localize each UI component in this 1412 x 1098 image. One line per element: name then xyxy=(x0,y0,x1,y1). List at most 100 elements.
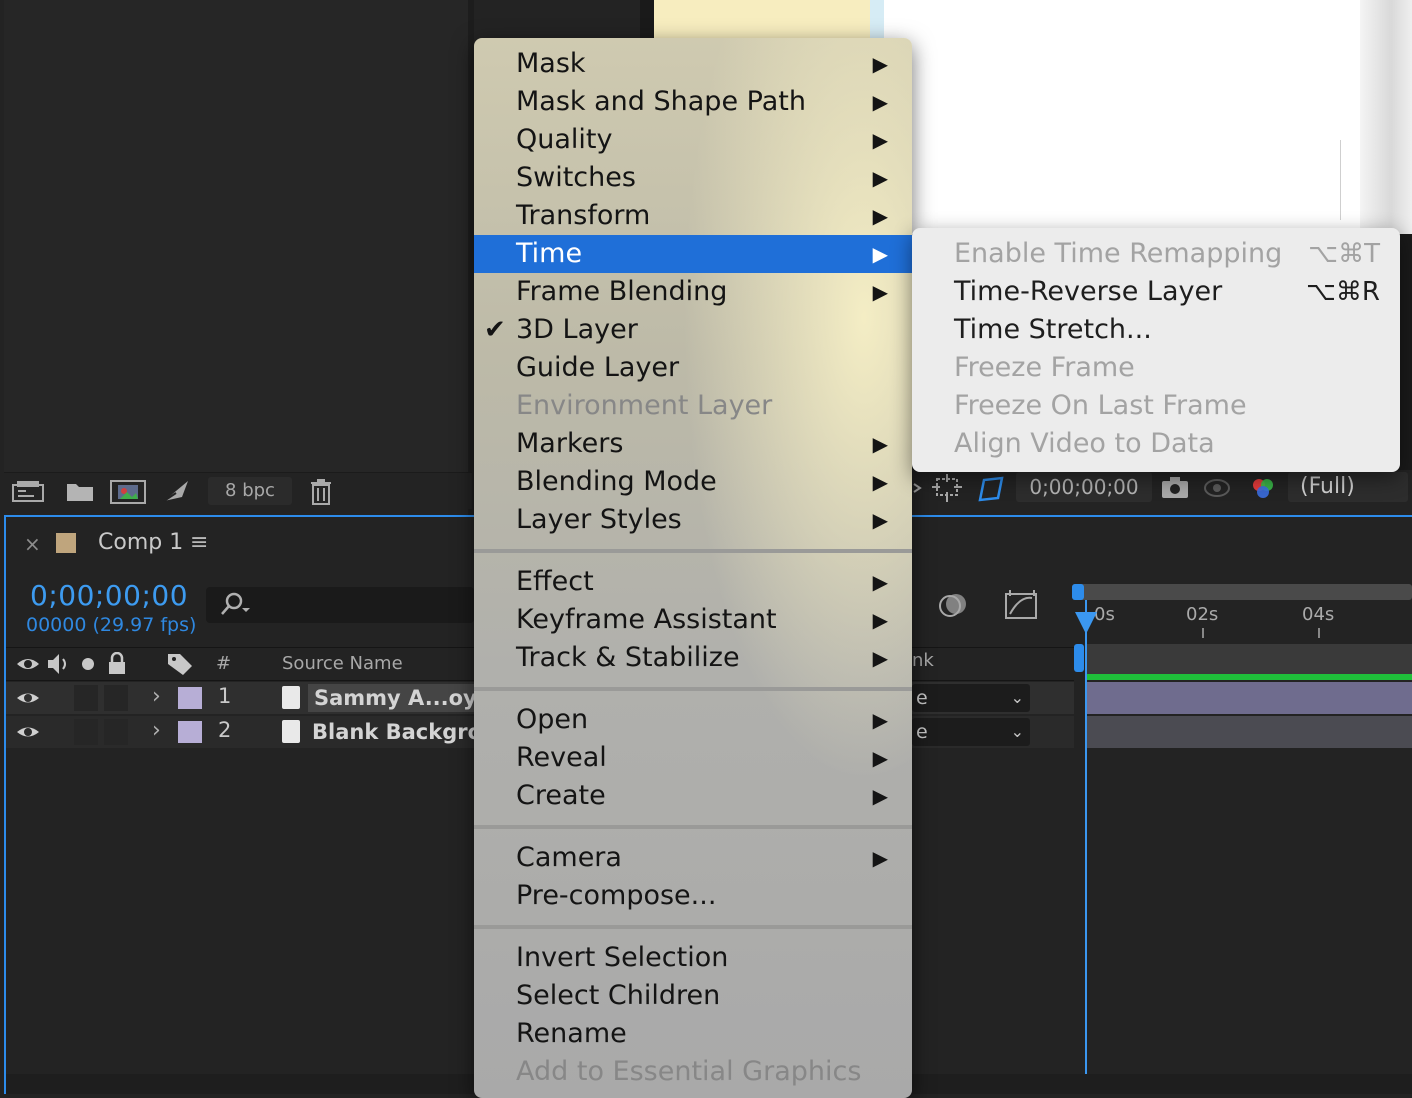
submenu-item-label: Time Stretch... xyxy=(954,314,1152,345)
region-of-interest-icon[interactable] xyxy=(932,474,962,502)
menu-item-guide-layer[interactable]: Guide Layer xyxy=(474,349,912,387)
chevron-down-icon: ⌄ xyxy=(1010,722,1024,741)
transparency-grid-icon[interactable] xyxy=(976,474,1006,502)
current-time-display[interactable]: 0;00;00;00 xyxy=(30,579,188,612)
menu-item-blending-mode[interactable]: Blending Mode ▶ xyxy=(474,463,912,501)
chevron-icon[interactable] xyxy=(912,474,922,502)
submenu-item-time-reverse-layer[interactable]: Time-Reverse Layer ⌥⌘R xyxy=(912,273,1400,311)
solo-toggle[interactable] xyxy=(104,719,128,745)
menu-item-transform[interactable]: Transform ▶ xyxy=(474,197,912,235)
menu-item-frame-blending[interactable]: Frame Blending ▶ xyxy=(474,273,912,311)
layer-name[interactable]: Sammy A...oyer xyxy=(308,684,484,712)
lock-icon[interactable] xyxy=(106,651,128,683)
project-panel-footer: 8 bpc xyxy=(4,472,472,509)
graph-editor-icon[interactable] xyxy=(1004,588,1040,626)
layer-duration-bar[interactable] xyxy=(1086,682,1412,714)
menu-item-layer-styles[interactable]: Layer Styles ▶ xyxy=(474,501,912,539)
viewer-timecode[interactable]: 0;00;00;00 xyxy=(1016,472,1152,502)
menu-item-reveal[interactable]: Reveal ▶ xyxy=(474,739,912,777)
project-settings-icon[interactable] xyxy=(162,479,192,503)
new-folder-icon[interactable] xyxy=(66,479,94,503)
show-snapshot-icon[interactable] xyxy=(1202,474,1232,502)
new-composition-icon[interactable] xyxy=(110,479,146,504)
search-icon[interactable] xyxy=(218,590,254,624)
layer-name[interactable]: Blank Backgrou xyxy=(312,718,497,746)
menu-item-time[interactable]: Time ▶ xyxy=(474,235,912,273)
audio-toggle[interactable] xyxy=(74,719,98,745)
menu-item-create[interactable]: Create ▶ xyxy=(474,777,912,815)
png-file-icon xyxy=(282,686,300,709)
menu-item-3d-layer[interactable]: 3D Layer ✔ xyxy=(474,311,912,349)
interpret-footage-icon[interactable] xyxy=(12,479,46,503)
expand-chevron-icon[interactable]: › xyxy=(152,718,161,743)
expand-chevron-icon[interactable]: › xyxy=(152,684,161,709)
time-submenu: Enable Time Remapping ⌥⌘T Time-Reverse Lay… xyxy=(912,228,1400,472)
close-tab-icon[interactable]: × xyxy=(24,532,41,556)
work-area-start-handle[interactable] xyxy=(1072,584,1084,600)
viewer-content-page xyxy=(884,0,1412,234)
menu-item-invert-selection[interactable]: Invert Selection xyxy=(474,939,912,977)
keyboard-shortcut: ⌥⌘T xyxy=(1308,239,1380,269)
resolution-dropdown[interactable]: (Full) xyxy=(1288,472,1408,502)
motion-blur-icon[interactable] xyxy=(936,588,970,626)
submenu-arrow-icon: ▶ xyxy=(872,470,888,494)
work-area-bar[interactable] xyxy=(1072,584,1412,600)
eye-icon[interactable] xyxy=(16,720,40,749)
menu-item-select-children[interactable]: Select Children xyxy=(474,977,912,1015)
color-depth-button[interactable]: 8 bpc xyxy=(208,477,292,505)
menu-item-label: Environment Layer xyxy=(516,390,773,421)
submenu-arrow-icon: ▶ xyxy=(872,204,888,228)
menu-item-label: Pre-compose... xyxy=(516,880,717,911)
menu-item-label: Mask xyxy=(516,48,586,79)
menu-item-switches[interactable]: Switches ▶ xyxy=(474,159,912,197)
track-matte-value: e xyxy=(916,687,928,709)
frame-rate-info: 00000 (29.97 fps) xyxy=(26,614,197,636)
layer-number: 2 xyxy=(218,718,232,742)
layer-label-swatch[interactable] xyxy=(178,687,202,709)
menu-item-label: Add to Essential Graphics xyxy=(516,1056,862,1087)
solo-icon[interactable] xyxy=(78,652,98,683)
menu-item-add-to-essential-graphics: Add to Essential Graphics xyxy=(474,1053,912,1091)
panel-menu-icon[interactable]: ≡ xyxy=(190,530,208,555)
menu-item-markers[interactable]: Markers ▶ xyxy=(474,425,912,463)
viewer-toolbar: 0;00;00;00 (Full) xyxy=(912,470,1412,506)
menu-item-label: Transform xyxy=(516,200,651,231)
delete-icon[interactable] xyxy=(310,479,332,505)
video-toggle-icon[interactable] xyxy=(16,652,40,683)
submenu-arrow-icon: ▶ xyxy=(872,570,888,594)
menu-item-label: Layer Styles xyxy=(516,504,682,535)
audio-toggle[interactable] xyxy=(74,685,98,711)
submenu-item-time-stretch[interactable]: Time Stretch... xyxy=(912,311,1400,349)
layer-duration-bar[interactable] xyxy=(1086,716,1412,748)
chevron-down-icon: ⌄ xyxy=(1010,688,1024,707)
menu-item-mask[interactable]: Mask ▶ xyxy=(474,45,912,83)
snapshot-icon[interactable] xyxy=(1160,474,1190,502)
comp-color-swatch xyxy=(56,533,76,553)
source-name-header[interactable]: Source Name xyxy=(282,652,403,676)
menu-item-pre-compose[interactable]: Pre-compose... xyxy=(474,877,912,915)
comp-tab-label[interactable]: Comp 1 xyxy=(98,530,183,555)
audio-toggle-icon[interactable] xyxy=(46,652,72,683)
menu-item-effect[interactable]: Effect ▶ xyxy=(474,563,912,601)
channel-rgb-icon[interactable] xyxy=(1248,474,1278,502)
menu-item-track-stabilize[interactable]: Track & Stabilize ▶ xyxy=(474,639,912,677)
menu-item-label: Mask and Shape Path xyxy=(516,86,806,117)
menu-item-label: Select Children xyxy=(516,980,721,1011)
label-tag-icon[interactable] xyxy=(166,652,194,683)
menu-item-mask-and-shape-path[interactable]: Mask and Shape Path ▶ xyxy=(474,83,912,121)
menu-item-label: Camera xyxy=(516,842,622,873)
solo-toggle[interactable] xyxy=(104,685,128,711)
navigator-start-handle[interactable] xyxy=(1074,644,1084,672)
menu-item-rename[interactable]: Rename xyxy=(474,1015,912,1053)
eye-icon[interactable] xyxy=(16,686,40,715)
track-matte-dropdown[interactable]: e ⌄ xyxy=(912,718,1030,746)
track-matte-dropdown[interactable]: e ⌄ xyxy=(912,684,1030,712)
playhead-line[interactable] xyxy=(1085,600,1087,1080)
playhead-handle[interactable] xyxy=(1075,612,1097,634)
menu-item-camera[interactable]: Camera ▶ xyxy=(474,839,912,877)
keyboard-shortcut: ⌥⌘R xyxy=(1305,277,1380,307)
menu-item-quality[interactable]: Quality ▶ xyxy=(474,121,912,159)
menu-item-open[interactable]: Open ▶ xyxy=(474,701,912,739)
menu-item-keyframe-assistant[interactable]: Keyframe Assistant ▶ xyxy=(474,601,912,639)
layer-label-swatch[interactable] xyxy=(178,721,202,743)
